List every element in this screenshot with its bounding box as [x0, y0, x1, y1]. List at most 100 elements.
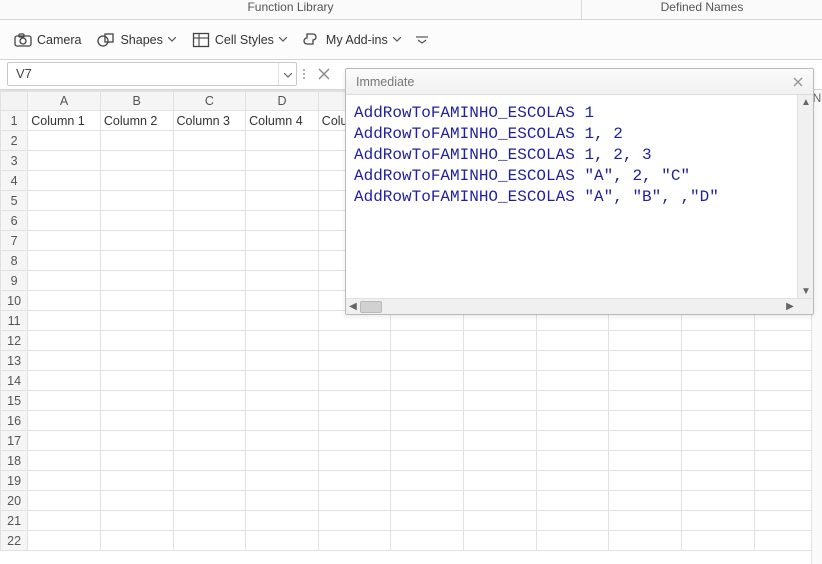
row-header[interactable]: 21	[1, 511, 28, 531]
immediate-window[interactable]: Immediate AddRowToFAMINHO_ESCOLAS 1AddRo…	[345, 68, 814, 315]
cell[interactable]	[100, 451, 173, 471]
cell[interactable]	[318, 351, 391, 371]
cell[interactable]	[28, 131, 101, 151]
cell[interactable]	[318, 391, 391, 411]
cell[interactable]	[28, 391, 101, 411]
cell[interactable]	[28, 311, 101, 331]
cell[interactable]	[682, 451, 755, 471]
cell[interactable]	[464, 391, 537, 411]
cell[interactable]	[609, 331, 682, 351]
cell[interactable]	[609, 491, 682, 511]
immediate-vertical-scrollbar[interactable]: ▲ ▼	[797, 95, 813, 298]
camera-button[interactable]: Camera	[8, 28, 87, 52]
cell[interactable]	[391, 411, 464, 431]
cell[interactable]	[173, 351, 246, 371]
cell[interactable]	[173, 311, 246, 331]
cell[interactable]	[246, 451, 319, 471]
cell[interactable]	[318, 531, 391, 551]
formula-cancel-button[interactable]	[315, 65, 333, 83]
cell[interactable]	[464, 491, 537, 511]
scroll-up-arrow-icon[interactable]: ▲	[798, 95, 814, 109]
row-header[interactable]: 20	[1, 491, 28, 511]
cell[interactable]	[28, 191, 101, 211]
cell[interactable]	[100, 471, 173, 491]
cell[interactable]	[318, 331, 391, 351]
cell[interactable]	[246, 471, 319, 491]
cell[interactable]	[100, 511, 173, 531]
toolbar-overflow-button[interactable]	[411, 28, 433, 52]
name-box-input[interactable]	[8, 66, 278, 81]
cell[interactable]	[100, 491, 173, 511]
cell[interactable]	[318, 371, 391, 391]
cell[interactable]	[318, 451, 391, 471]
cell[interactable]	[464, 451, 537, 471]
row-header[interactable]: 2	[1, 131, 28, 151]
cell[interactable]	[391, 451, 464, 471]
immediate-code-line[interactable]: AddRowToFAMINHO_ESCOLAS 1, 2	[354, 124, 789, 145]
cell[interactable]: Column 3	[173, 111, 246, 131]
row-header[interactable]: 14	[1, 371, 28, 391]
cell[interactable]	[246, 151, 319, 171]
cell[interactable]	[28, 211, 101, 231]
cell[interactable]	[391, 491, 464, 511]
cell[interactable]	[28, 451, 101, 471]
cell[interactable]	[246, 191, 319, 211]
cell[interactable]	[100, 251, 173, 271]
scroll-down-arrow-icon[interactable]: ▼	[798, 284, 814, 298]
column-header[interactable]: D	[246, 92, 319, 111]
cell[interactable]	[100, 331, 173, 351]
cell-styles-button[interactable]: Cell Styles	[186, 28, 293, 52]
my-addins-button[interactable]: My Add-ins	[297, 28, 407, 52]
cell[interactable]	[173, 431, 246, 451]
cell[interactable]	[246, 131, 319, 151]
cell[interactable]	[246, 171, 319, 191]
cell[interactable]	[28, 511, 101, 531]
row-header[interactable]: 11	[1, 311, 28, 331]
row-header[interactable]: 3	[1, 151, 28, 171]
row-header[interactable]: 15	[1, 391, 28, 411]
cell[interactable]	[28, 151, 101, 171]
drag-handle-icon[interactable]	[303, 63, 309, 85]
cell[interactable]	[100, 191, 173, 211]
cell[interactable]	[464, 531, 537, 551]
cell[interactable]	[536, 491, 609, 511]
cell[interactable]	[609, 471, 682, 491]
cell[interactable]	[391, 331, 464, 351]
cell[interactable]: Column 1	[28, 111, 101, 131]
cell[interactable]	[682, 471, 755, 491]
cell[interactable]	[609, 431, 682, 451]
cell[interactable]	[28, 271, 101, 291]
immediate-code-area[interactable]: AddRowToFAMINHO_ESCOLAS 1AddRowToFAMINHO…	[346, 95, 797, 298]
cell[interactable]	[682, 391, 755, 411]
row-header[interactable]: 10	[1, 291, 28, 311]
cell[interactable]	[173, 331, 246, 351]
cell[interactable]	[536, 431, 609, 451]
cell[interactable]	[246, 411, 319, 431]
cell[interactable]	[28, 331, 101, 351]
cell[interactable]	[391, 471, 464, 491]
cell[interactable]	[609, 351, 682, 371]
column-header[interactable]: A	[28, 92, 101, 111]
cell[interactable]	[391, 371, 464, 391]
cell[interactable]	[536, 391, 609, 411]
scroll-thumb[interactable]	[360, 301, 382, 313]
cell[interactable]	[173, 231, 246, 251]
cell[interactable]	[173, 251, 246, 271]
immediate-code-line[interactable]: AddRowToFAMINHO_ESCOLAS 1, 2, 3	[354, 145, 789, 166]
cell[interactable]	[246, 431, 319, 451]
row-header[interactable]: 12	[1, 331, 28, 351]
cell[interactable]	[464, 431, 537, 451]
cell[interactable]	[173, 491, 246, 511]
cell[interactable]	[28, 531, 101, 551]
cell[interactable]	[609, 511, 682, 531]
cell[interactable]	[100, 231, 173, 251]
cell[interactable]	[464, 331, 537, 351]
cell[interactable]	[536, 411, 609, 431]
row-header[interactable]: 16	[1, 411, 28, 431]
cell[interactable]	[246, 251, 319, 271]
cell[interactable]	[173, 131, 246, 151]
cell[interactable]	[100, 431, 173, 451]
scroll-track[interactable]	[360, 300, 783, 314]
cell[interactable]: Column 4	[246, 111, 319, 131]
cell[interactable]	[536, 471, 609, 491]
